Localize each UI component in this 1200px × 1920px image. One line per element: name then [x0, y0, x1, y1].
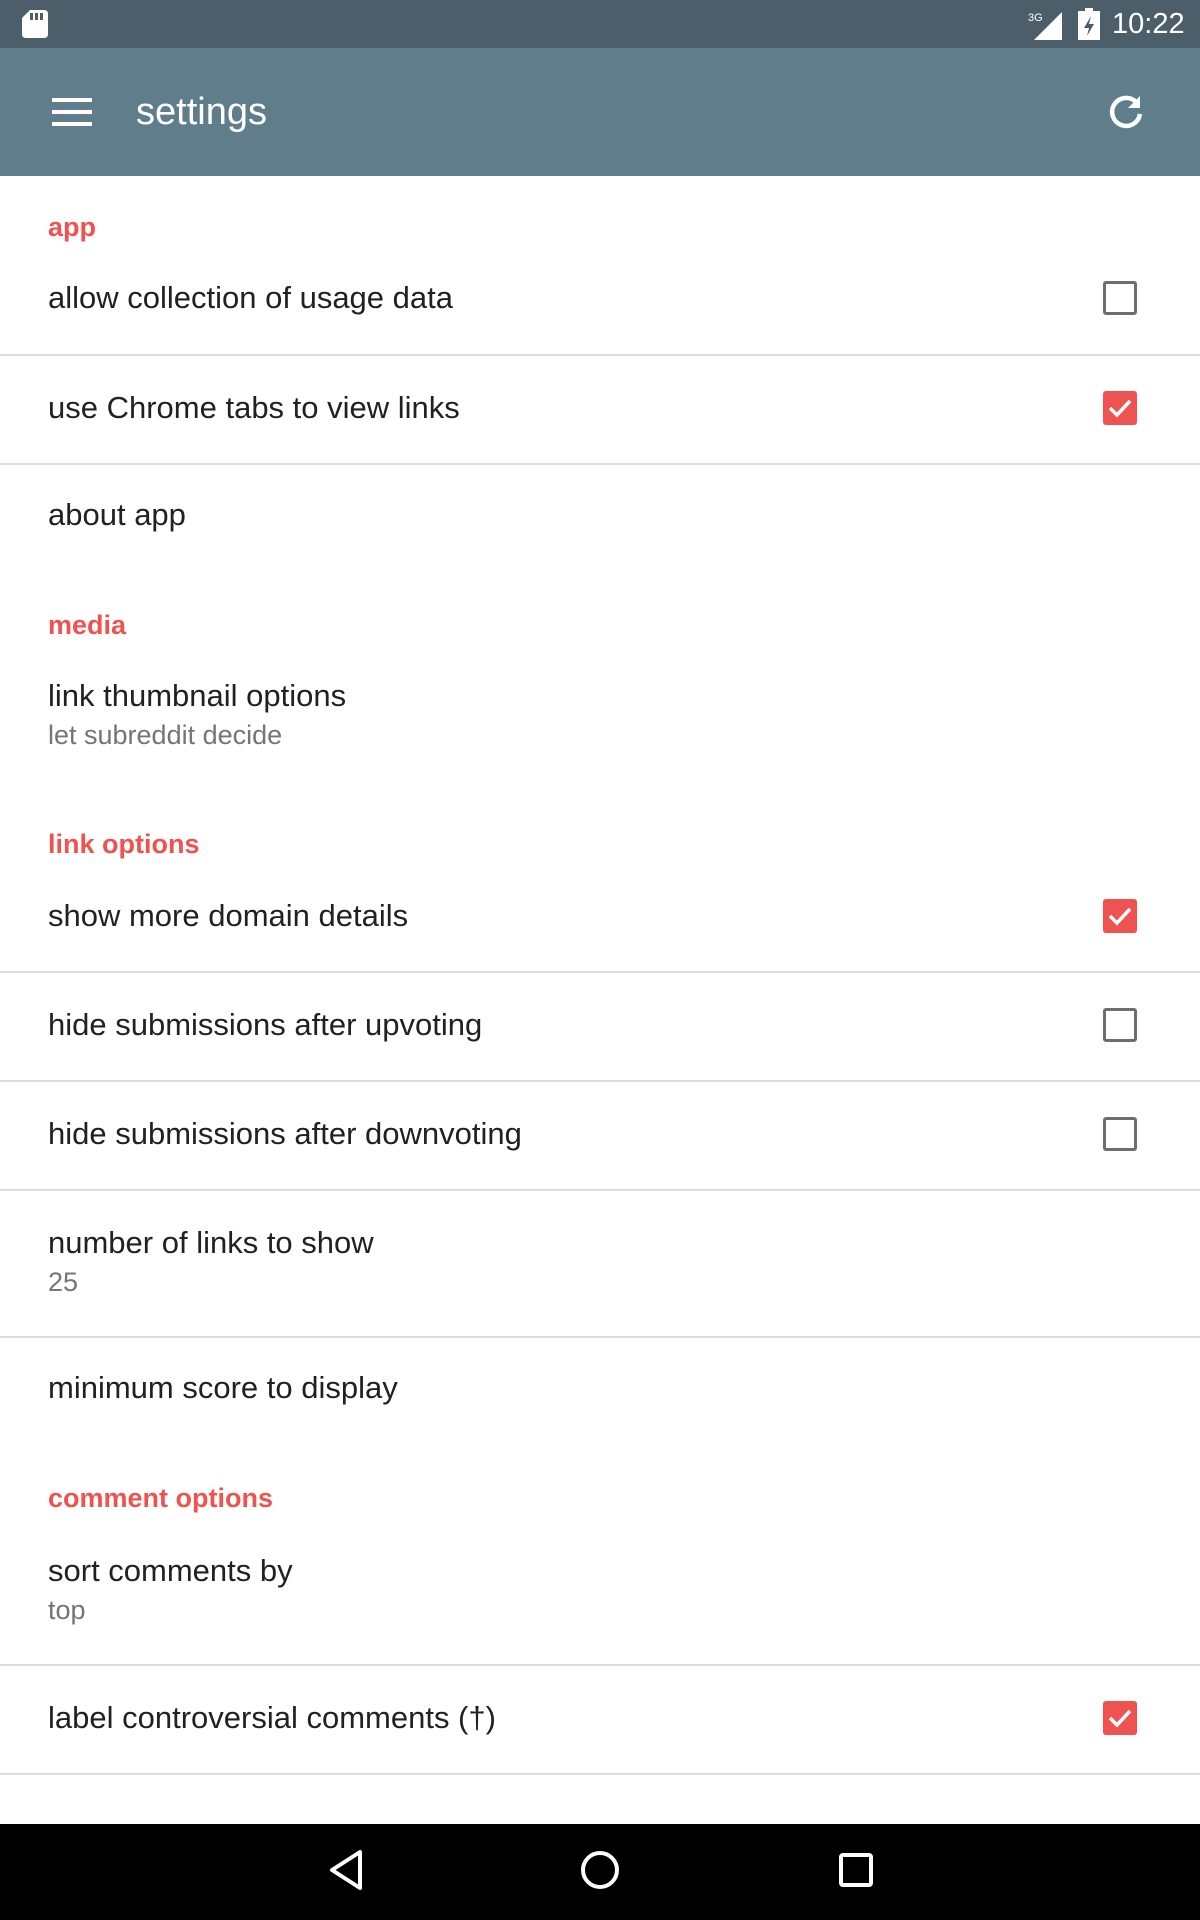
pref-hide-upvoted[interactable]: hide submissions after upvoting — [0, 973, 1200, 1082]
menu-icon[interactable] — [52, 98, 92, 126]
usage-data-checkbox[interactable] — [1103, 281, 1137, 315]
sd-card-icon — [22, 10, 48, 38]
pref-title: minimum score to display — [48, 1370, 398, 1405]
chrome-tabs-checkbox[interactable] — [1103, 391, 1137, 425]
pref-link-thumbnail[interactable]: link thumbnail options let subreddit dec… — [0, 652, 1200, 792]
pref-chrome-tabs[interactable]: use Chrome tabs to view links — [0, 356, 1200, 465]
pref-usage-data[interactable]: allow collection of usage data — [0, 246, 1200, 356]
navigation-bar — [0, 1824, 1200, 1920]
home-icon[interactable] — [578, 1848, 622, 1892]
pref-number-of-links[interactable]: number of links to show 25 — [0, 1191, 1200, 1338]
pref-title: hide submissions after downvoting — [48, 1116, 522, 1151]
hide-upvoted-checkbox[interactable] — [1103, 1008, 1137, 1042]
checkmark-icon — [1108, 399, 1132, 418]
pref-summary: top — [48, 1595, 86, 1625]
page-title: settings — [136, 91, 267, 133]
section-header-media: media — [48, 610, 127, 640]
status-bar: 3G 10:22 — [0, 0, 1200, 48]
hide-downvoted-checkbox[interactable] — [1103, 1117, 1137, 1151]
pref-title: hide submissions after upvoting — [48, 1007, 483, 1042]
pref-title: about app — [48, 497, 186, 532]
pref-about-app[interactable]: about app — [0, 465, 1200, 571]
status-clock: 10:22 — [1112, 8, 1185, 40]
pref-summary: 25 — [48, 1267, 79, 1297]
controversial-checkbox[interactable] — [1103, 1701, 1137, 1735]
signal-icon: 3G — [1028, 12, 1062, 40]
recents-icon[interactable] — [836, 1848, 876, 1892]
pref-domain-details[interactable]: show more domain details — [0, 864, 1200, 973]
pref-title: label controversial comments (†) — [48, 1700, 496, 1735]
settings-list: app allow collection of usage data use C… — [0, 176, 1200, 1824]
pref-title: link thumbnail options — [48, 678, 347, 713]
pref-summary: let subreddit decide — [48, 720, 283, 750]
network-type-label: 3G — [1028, 12, 1043, 24]
pref-title: use Chrome tabs to view links — [48, 390, 460, 425]
checkmark-icon — [1108, 1709, 1132, 1728]
pref-sort-comments[interactable]: sort comments by top — [0, 1519, 1200, 1666]
back-icon[interactable] — [326, 1848, 366, 1892]
refresh-icon[interactable] — [1106, 92, 1146, 132]
pref-title: allow collection of usage data — [48, 280, 453, 315]
pref-title: number of links to show — [48, 1225, 374, 1260]
pref-next-partial[interactable] — [0, 1775, 1200, 1824]
section-header-link-options: link options — [48, 829, 200, 859]
section-header-app: app — [48, 212, 97, 242]
pref-title: show more domain details — [48, 898, 409, 933]
section-header-comment-options: comment options — [48, 1483, 274, 1513]
checkmark-icon — [1108, 907, 1132, 926]
pref-hide-downvoted[interactable]: hide submissions after downvoting — [0, 1082, 1200, 1191]
pref-controversial[interactable]: label controversial comments (†) — [0, 1666, 1200, 1775]
pref-minimum-score[interactable]: minimum score to display — [0, 1338, 1200, 1444]
domain-details-checkbox[interactable] — [1103, 899, 1137, 933]
app-toolbar: settings — [0, 48, 1200, 176]
battery-icon — [1078, 8, 1100, 40]
pref-title: sort comments by — [48, 1553, 293, 1588]
